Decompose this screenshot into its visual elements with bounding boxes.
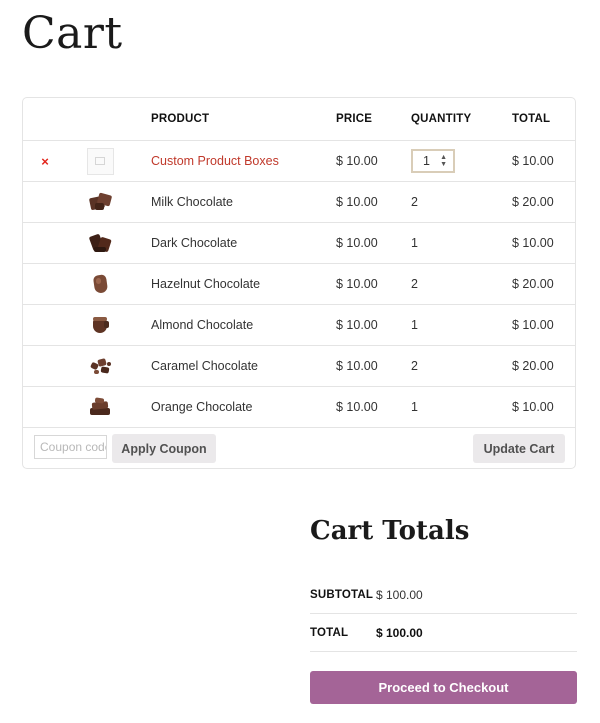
product-thumbnail[interactable] <box>85 346 115 386</box>
spinner-arrows-icon[interactable]: ▲ ▼ <box>440 154 447 168</box>
product-price: $ 10.00 <box>336 318 378 332</box>
product-price: $ 10.00 <box>336 195 378 209</box>
product-price: $ 10.00 <box>336 277 378 291</box>
product-total: $ 10.00 <box>512 154 554 168</box>
table-row: Caramel Chocolate $ 10.00 2 $ 20.00 <box>23 346 575 387</box>
chocolate-cup-icon <box>87 314 113 336</box>
total-row: TOTAL $ 100.00 <box>310 614 577 652</box>
product-price: $ 10.00 <box>336 154 378 168</box>
chocolate-crumbs-icon <box>87 355 113 377</box>
product-name: Orange Chocolate <box>151 400 253 414</box>
box-placeholder-icon <box>86 147 114 175</box>
product-total: $ 20.00 <box>512 277 554 291</box>
product-quantity: 2 <box>411 359 418 373</box>
product-thumbnail[interactable] <box>85 141 115 181</box>
product-quantity: 1 <box>411 318 418 332</box>
table-header: PRODUCT PRICE QUANTITY TOTAL <box>23 98 575 141</box>
header-quantity: QUANTITY <box>411 113 472 125</box>
close-icon[interactable]: × <box>41 154 49 169</box>
product-price: $ 10.00 <box>336 236 378 250</box>
total-label: TOTAL <box>310 626 349 639</box>
product-price: $ 10.00 <box>336 400 378 414</box>
product-total: $ 20.00 <box>512 359 554 373</box>
product-quantity: 2 <box>411 277 418 291</box>
apply-coupon-button[interactable]: Apply Coupon <box>112 434 216 463</box>
quantity-input[interactable]: 1 ▲ ▼ <box>411 149 455 173</box>
remove-item-button[interactable]: × <box>37 141 53 181</box>
product-thumbnail[interactable] <box>85 223 115 263</box>
product-thumbnail[interactable] <box>85 305 115 345</box>
subtotal-row: SUBTOTAL $ 100.00 <box>310 576 577 614</box>
product-total: $ 20.00 <box>512 195 554 209</box>
chocolate-pieces-icon <box>87 232 113 254</box>
product-quantity: 1 <box>411 236 418 250</box>
chocolate-pieces-icon <box>87 191 113 213</box>
product-thumbnail[interactable] <box>85 182 115 222</box>
table-row: Orange Chocolate $ 10.00 1 $ 10.00 <box>23 387 575 428</box>
header-total: TOTAL <box>512 113 551 125</box>
subtotal-label: SUBTOTAL <box>310 588 374 601</box>
chocolate-heart-icon <box>87 273 113 295</box>
product-total: $ 10.00 <box>512 236 554 250</box>
table-row: Almond Chocolate $ 10.00 1 $ 10.00 <box>23 305 575 346</box>
subtotal-value: $ 100.00 <box>376 587 423 602</box>
product-name: Milk Chocolate <box>151 195 233 209</box>
quantity-stepper[interactable]: 1 ▲ ▼ <box>411 141 455 181</box>
cart-totals-title: Cart Totals <box>310 516 470 546</box>
product-thumbnail[interactable] <box>85 387 115 427</box>
header-price: PRICE <box>336 113 373 125</box>
quantity-value[interactable]: 1 <box>423 154 430 168</box>
cart-actions: Coupon code Apply Coupon Update Cart <box>23 428 575 468</box>
product-name: Hazelnut Chocolate <box>151 277 261 291</box>
product-quantity: 1 <box>411 400 418 414</box>
product-name: Almond Chocolate <box>151 318 254 332</box>
header-product: PRODUCT <box>151 113 210 125</box>
total-value: $ 100.00 <box>376 625 423 640</box>
table-row: Dark Chocolate $ 10.00 1 $ 10.00 <box>23 223 575 264</box>
product-name-link[interactable]: Custom Product Boxes <box>151 141 279 181</box>
product-quantity: 2 <box>411 195 418 209</box>
cart-table: PRODUCT PRICE QUANTITY TOTAL × Custom Pr… <box>22 97 576 469</box>
table-row: Milk Chocolate $ 10.00 2 $ 20.00 <box>23 182 575 223</box>
table-row: × Custom Product Boxes $ 10.00 1 ▲ ▼ $ 10… <box>23 141 575 182</box>
chocolate-stack-icon <box>87 396 113 418</box>
product-link-text[interactable]: Custom Product Boxes <box>151 154 279 168</box>
page-title: Cart <box>22 8 123 59</box>
product-thumbnail[interactable] <box>85 264 115 304</box>
update-cart-button[interactable]: Update Cart <box>473 434 565 463</box>
product-total: $ 10.00 <box>512 318 554 332</box>
proceed-to-checkout-button[interactable]: Proceed to Checkout <box>310 671 577 704</box>
coupon-input[interactable]: Coupon code <box>34 435 107 459</box>
product-total: $ 10.00 <box>512 400 554 414</box>
product-price: $ 10.00 <box>336 359 378 373</box>
table-row: Hazelnut Chocolate $ 10.00 2 $ 20.00 <box>23 264 575 305</box>
product-name: Caramel Chocolate <box>151 359 258 373</box>
product-name: Dark Chocolate <box>151 236 238 250</box>
